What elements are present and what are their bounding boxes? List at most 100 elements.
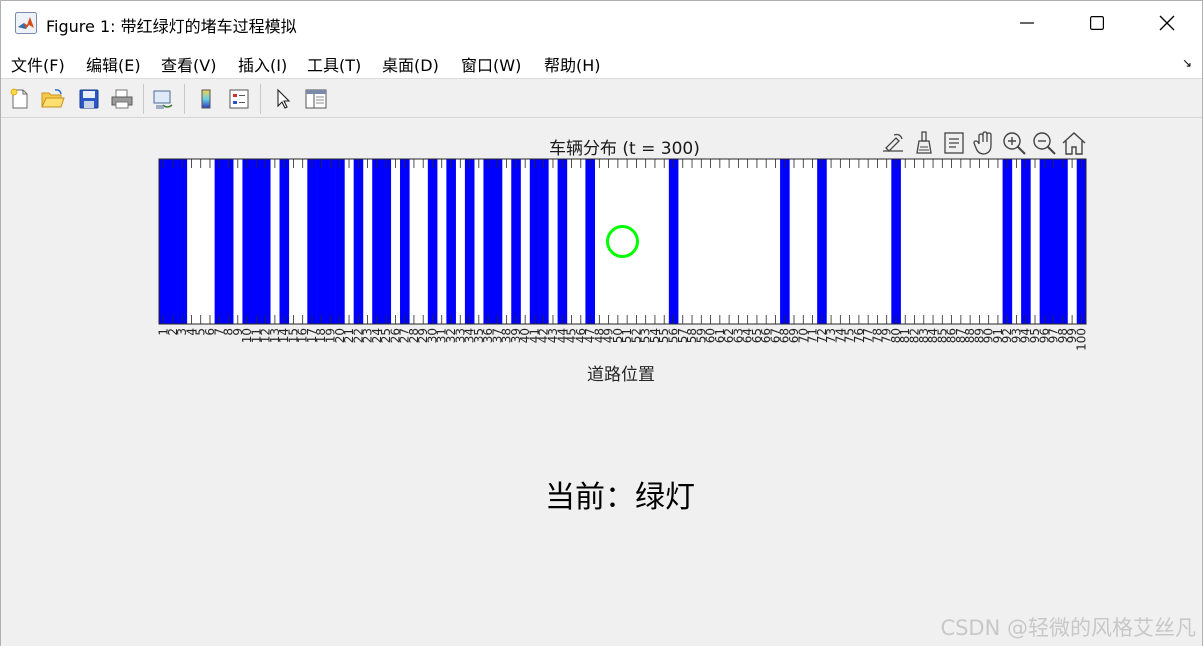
- home-icon: [1062, 132, 1086, 155]
- axes-data-tips-button[interactable]: [940, 129, 968, 157]
- save-button[interactable]: [75, 85, 103, 113]
- figure-toolbar: [1, 80, 1202, 118]
- vehicle-bar: [817, 159, 827, 324]
- link-plot-button[interactable]: [149, 85, 177, 113]
- vehicle-bar: [177, 159, 188, 324]
- vehicle-bar: [1058, 159, 1068, 324]
- axes-home-button[interactable]: [1060, 129, 1088, 157]
- pointer-button[interactable]: [269, 85, 297, 113]
- menu-help[interactable]: 帮助(H): [544, 52, 601, 76]
- axes-title: 车辆分布 (t = 300): [549, 139, 700, 159]
- axes-brush-button[interactable]: [910, 129, 938, 157]
- minimize-icon: [1020, 22, 1034, 24]
- axes-zoom-out-button[interactable]: [1030, 129, 1058, 157]
- vehicle-bar: [483, 159, 494, 324]
- vehicle-bar: [335, 159, 345, 324]
- vehicle-bar: [214, 159, 225, 324]
- plot-background: [159, 159, 1086, 324]
- menu-view[interactable]: 查看(V): [161, 52, 216, 76]
- title-bar[interactable]: Figure 1: 带红绿灯的堵车过程模拟: [1, 1, 1202, 45]
- pointer-icon: [277, 88, 291, 109]
- new-figure-icon: [10, 88, 28, 109]
- menu-tools[interactable]: 工具(T): [307, 52, 361, 76]
- vehicle-bar: [464, 159, 475, 324]
- vehicle-bar: [529, 159, 540, 324]
- axes-zoom-in-button[interactable]: [1000, 129, 1028, 157]
- vehicle-bar: [1076, 159, 1087, 324]
- colorbar-icon: [201, 89, 211, 109]
- print-icon: [111, 89, 133, 109]
- vehicle-bar: [381, 159, 392, 324]
- figure-canvas: 1 2 3 4 5 6 7 8 9 10 11 12 13 14 15 16 17 18 19 20 21 22 23 24 2…: [1, 119, 1202, 646]
- watermark: CSDN @轻微的风格艾丝凡: [940, 616, 1196, 640]
- vehicle-bar: [427, 159, 438, 324]
- vehicle-bar: [372, 159, 382, 324]
- new-figure-button[interactable]: [6, 85, 34, 113]
- vehicle-bar: [353, 159, 364, 324]
- x-tick-label: 100: [1074, 328, 1088, 351]
- close-button[interactable]: [1132, 1, 1202, 45]
- colorbar-button[interactable]: [192, 85, 220, 113]
- save-icon: [79, 89, 99, 109]
- figure-window: Figure 1: 带红绿灯的堵车过程模拟 文件(F) 编辑(E) 查看(V) …: [0, 0, 1203, 646]
- menu-window[interactable]: 窗口(W): [461, 52, 521, 76]
- menu-insert[interactable]: 插入(I): [238, 52, 287, 76]
- vehicle-bar: [159, 159, 169, 324]
- menu-edit[interactable]: 编辑(E): [86, 52, 141, 76]
- x-axis-label: 道路位置: [587, 365, 655, 385]
- vehicle-bar: [585, 159, 595, 324]
- vehicle-bar: [539, 159, 549, 324]
- brush-icon: [916, 131, 932, 154]
- zoom-out-icon: [1033, 132, 1056, 155]
- print-button[interactable]: [108, 85, 136, 113]
- open-file-button[interactable]: [39, 85, 67, 113]
- toolbar-separator: [184, 84, 185, 114]
- axes-pan-button[interactable]: [970, 129, 998, 157]
- vehicle-bar: [242, 159, 252, 324]
- vehicle-bar: [511, 159, 521, 324]
- dock-arrow-icon[interactable]: ↘: [1182, 56, 1192, 70]
- property-editor-icon: [305, 89, 327, 109]
- data-tips-icon: [944, 132, 964, 154]
- matlab-logo-icon: [15, 12, 37, 34]
- link-plot-icon: [153, 90, 173, 109]
- vehicle-bar: [1002, 159, 1013, 324]
- maximize-button[interactable]: [1062, 1, 1132, 45]
- menu-file[interactable]: 文件(F): [11, 52, 65, 76]
- vehicle-bar: [307, 159, 317, 324]
- toolbar-separator: [143, 84, 144, 114]
- vehicle-bar: [492, 159, 503, 324]
- legend-icon: [229, 89, 249, 109]
- vehicle-bar: [1039, 159, 1050, 324]
- menu-bar: 文件(F) 编辑(E) 查看(V) 插入(I) 工具(T) 桌面(D) 窗口(W…: [1, 45, 1202, 79]
- export-icon: [883, 133, 903, 152]
- vehicle-bar: [557, 159, 568, 324]
- close-icon: [1159, 15, 1175, 31]
- vehicle-bar: [168, 159, 178, 324]
- zoom-in-icon: [1003, 132, 1026, 155]
- open-file-icon: [41, 89, 65, 108]
- vehicle-bar: [891, 159, 901, 324]
- vehicle-bar: [446, 159, 456, 324]
- vehicle-bar: [1021, 159, 1031, 324]
- vehicle-bar: [325, 159, 336, 324]
- minimize-button[interactable]: [992, 1, 1062, 45]
- vehicle-bar: [400, 159, 410, 324]
- window-title: Figure 1: 带红绿灯的堵车过程模拟: [46, 17, 297, 36]
- vehicle-bar: [279, 159, 290, 324]
- vehicle-bar: [780, 159, 790, 324]
- menu-desktop[interactable]: 桌面(D): [382, 52, 439, 76]
- vehicle-bar: [260, 159, 271, 324]
- pan-icon: [973, 131, 992, 155]
- traffic-light-status: 当前：绿灯: [545, 480, 695, 515]
- vehicle-bar: [223, 159, 234, 324]
- toolbar-separator: [260, 84, 261, 114]
- property-editor-button[interactable]: [302, 85, 330, 113]
- legend-button[interactable]: [225, 85, 253, 113]
- vehicle-bar: [1048, 159, 1059, 324]
- axes-export-button[interactable]: [879, 129, 907, 157]
- vehicle-bar: [668, 159, 679, 324]
- maximize-icon: [1090, 16, 1104, 30]
- vehicle-bar: [251, 159, 262, 324]
- vehicle-bar: [316, 159, 327, 324]
